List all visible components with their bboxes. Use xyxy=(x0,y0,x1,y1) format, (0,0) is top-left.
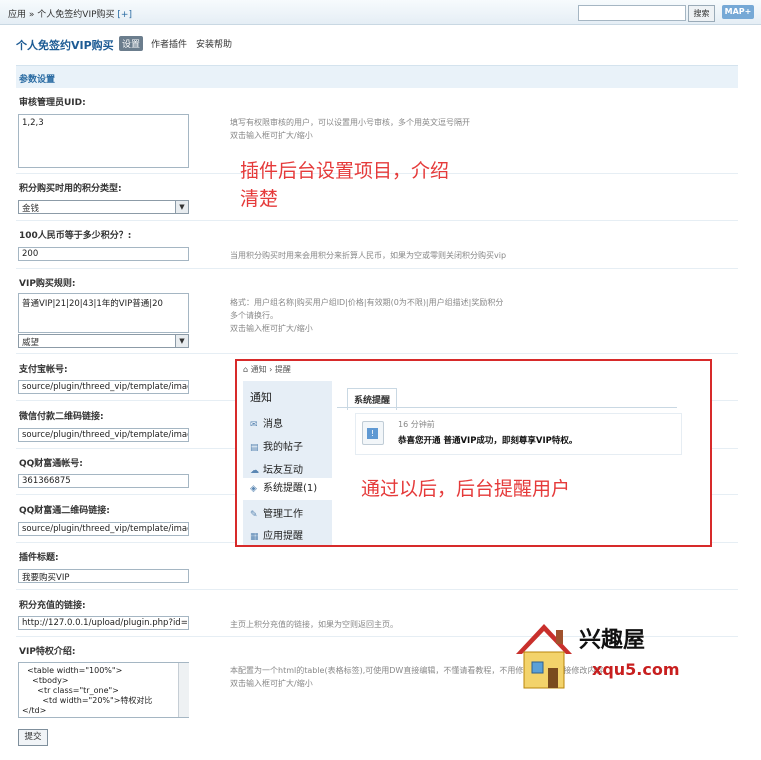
hint-line: 双击输入框可扩大/缩小 xyxy=(230,131,313,140)
annotation-notify: 通过以后，后台提醒用户 xyxy=(361,478,571,500)
page-title: 个人免签约VIP购买 xyxy=(16,39,114,52)
credit-type-label: 积分购买时用的积分类型: xyxy=(19,184,122,194)
credit-type-select[interactable]: 金钱 ▼ xyxy=(18,200,189,214)
grid-icon: ▦ xyxy=(250,532,259,542)
divider xyxy=(16,220,738,221)
admin-uid-label: 审核管理员UID: xyxy=(19,98,86,108)
recharge-link-input[interactable]: http://127.0.0.1/upload/plugin.php?id=t xyxy=(18,616,189,630)
sidebar-item-messages[interactable]: ✉ 消息 xyxy=(250,415,283,430)
home-icon: ⌂ xyxy=(243,365,249,374)
wechat-qr-label: 微信付款二维码链接: xyxy=(19,412,104,422)
notice-time: 16 分钟前 xyxy=(398,420,435,429)
notice-message: 恭喜您开通 普通VIP成功，即刻尊享VIP特权。 xyxy=(398,436,578,446)
sidebar-title: 通知 xyxy=(250,391,272,404)
sidebar-item-management[interactable]: ✎ 管理工作 xyxy=(250,505,303,520)
notification-breadcrumb: ⌂ 通知 › 提醒 xyxy=(243,364,291,375)
section-header: 参数设置 xyxy=(16,65,738,88)
gear-icon: ◈ xyxy=(250,484,257,494)
divider xyxy=(16,268,738,269)
envelope-icon: ✉ xyxy=(250,420,258,430)
plugin-title-label: 插件标题: xyxy=(19,553,59,563)
house-icon xyxy=(516,624,572,689)
page-header: 个人免签约VIP购买 设置 作者插件 安装帮助 xyxy=(0,24,761,60)
sidebar-item-my-posts[interactable]: ▤ 我的帖子 xyxy=(250,438,303,453)
wrench-icon: ✎ xyxy=(250,510,258,520)
watermark-name: 兴趣屋 xyxy=(579,628,646,653)
admin-uid-textarea[interactable]: 1,2,3 xyxy=(18,114,189,168)
textarea-scrollbar[interactable] xyxy=(178,663,189,717)
sidebar-item-label: 管理工作 xyxy=(263,509,303,520)
alipay-input[interactable]: source/plugin/threed_vip/template/imag xyxy=(18,380,189,394)
hint-line: 双击输入框可扩大/缩小 xyxy=(230,324,313,333)
tab-author-plugins[interactable]: 作者插件 xyxy=(148,36,190,51)
search-button[interactable]: 搜索 xyxy=(688,5,715,22)
rules-credit-select[interactable]: 威望 ▼ xyxy=(18,334,189,348)
annotation-settings: 插件后台设置项目，介绍 清楚 xyxy=(240,160,450,210)
notification-sidebar: 通知 ✉ 消息 ▤ 我的帖子 ☁ 坛友互动 ◈ 系统提醒(1) ✎ 管理工作 ▦ 应用提醒 xyxy=(243,381,332,545)
tab-settings[interactable]: 设置 xyxy=(119,36,144,51)
sidebar-item-label: 应用提醒 xyxy=(263,531,303,542)
qq-qr-label: QQ财富通二维码链接: xyxy=(19,506,110,516)
hint-line: 格式：用户组名称|购买用户组ID|价格|有效期(0为不限)|用户组描述|奖励积分 xyxy=(230,298,504,307)
recharge-link-hint: 主页上积分充值的链接，如果为空则返回主页。 xyxy=(230,620,398,629)
cloud-icon: ☁ xyxy=(250,466,259,476)
notice-icon: ! xyxy=(362,421,384,445)
document-icon: ▤ xyxy=(250,443,259,453)
rate-input[interactable]: 200 xyxy=(18,247,189,261)
notification-screenshot: ⌂ 通知 › 提醒 通知 ✉ 消息 ▤ 我的帖子 ☁ 坛友互动 ◈ 系统提醒(1) ✎ 管… xyxy=(235,359,712,547)
qq-qr-input[interactable]: source/plugin/threed_vip/template/imag xyxy=(18,522,189,536)
section-title: 参数设置 xyxy=(19,75,56,85)
rate-hint: 当用积分购买时用来会用积分来折算人民币，如果为空或零则关闭积分购买vip xyxy=(230,251,507,260)
breadcrumb-page[interactable]: 个人免签约VIP购买 xyxy=(37,10,114,20)
rate-label: 100人民币等于多少积分？: xyxy=(19,231,132,241)
divider xyxy=(16,353,738,354)
sidebar-item-interaction[interactable]: ☁ 坛友互动 xyxy=(250,461,303,476)
watermark-logo: 兴趣屋 xqu5.com xyxy=(508,618,680,698)
select-value: 威望 xyxy=(22,338,40,348)
watermark-url: xqu5.com xyxy=(592,660,680,679)
submit-button[interactable]: 提交 xyxy=(18,729,48,746)
bell-icon: ! xyxy=(367,428,378,439)
select-value: 金钱 xyxy=(22,204,40,214)
rules-hint: 格式：用户组名称|购买用户组ID|价格|有效期(0为不限)|用户组描述|奖励积分… xyxy=(230,296,503,335)
sidebar-item-label: 系统提醒(1) xyxy=(263,483,318,494)
sidebar-item-label: 消息 xyxy=(263,419,283,430)
alipay-label: 支付宝帐号: xyxy=(19,365,68,375)
hint-line: 多个请换行。 xyxy=(230,311,278,320)
plugin-title-input[interactable]: 我要购买VIP xyxy=(18,569,189,583)
sidebar-item-apps[interactable]: ▦ 应用提醒 xyxy=(250,527,303,542)
sidebar-item-label: 坛友互动 xyxy=(263,465,303,476)
hint-line: 填写有权限审核的用户，可以设置用小号审核，多个用英文逗号隔开 xyxy=(230,118,470,127)
breadcrumb-app[interactable]: 应用 xyxy=(8,10,26,20)
breadcrumb-text: 通知 › 提醒 xyxy=(250,365,291,374)
sidebar-item-system[interactable]: ◈ 系统提醒(1) xyxy=(243,478,332,500)
vip-intro-label: VIP特权介绍: xyxy=(19,647,76,657)
map-button[interactable]: MAP+ xyxy=(722,5,754,19)
divider xyxy=(16,589,738,590)
breadcrumb: 应用 » 个人免签约VIP购买 [+] xyxy=(8,7,132,20)
breadcrumb-separator: » xyxy=(28,10,35,20)
rules-textarea[interactable]: 普通VIP|21|20|43|1年的VIP普通|20 xyxy=(18,293,189,333)
recharge-link-label: 积分充值的链接: xyxy=(19,601,86,611)
search-input[interactable] xyxy=(578,5,686,21)
sidebar-item-label: 我的帖子 xyxy=(263,442,303,453)
wechat-qr-input[interactable]: source/plugin/threed_vip/template/imag xyxy=(18,428,189,442)
add-shortcut-link[interactable]: [+] xyxy=(117,10,132,20)
vip-intro-textarea[interactable]: <table width="100%"> <tbody> <tr class="… xyxy=(18,662,189,718)
divider xyxy=(337,407,677,408)
qq-account-label: QQ财富通帐号: xyxy=(19,459,83,469)
rules-label: VIP购买规则: xyxy=(19,279,76,289)
chevron-down-icon: ▼ xyxy=(175,201,188,213)
chevron-down-icon: ▼ xyxy=(175,335,188,347)
top-bar: 应用 » 个人免签约VIP购买 [+] 搜索 MAP+ xyxy=(0,0,761,25)
tab-install-help[interactable]: 安装帮助 xyxy=(193,36,235,51)
qq-account-input[interactable]: 361366875 xyxy=(18,474,189,488)
admin-uid-hint: 填写有权限审核的用户，可以设置用小号审核，多个用英文逗号隔开 双击输入框可扩大/缩… xyxy=(230,116,470,142)
